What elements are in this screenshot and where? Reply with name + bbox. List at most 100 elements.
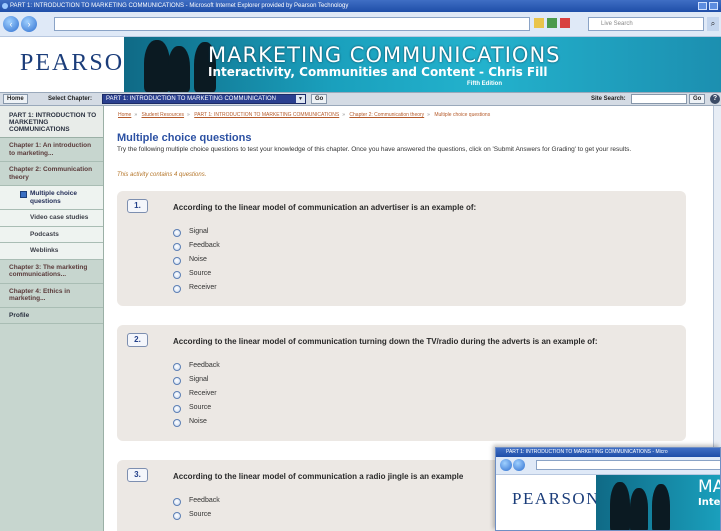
live-search-input[interactable]: Live Search <box>588 17 704 31</box>
breadcrumb-separator: » <box>187 112 190 118</box>
sidebar-item-chapter-3[interactable]: Chapter 3: The marketing communications.… <box>0 260 103 284</box>
popup-toolbar <box>496 457 720 475</box>
stop-icon[interactable] <box>560 18 570 28</box>
answer-option[interactable]: Feedback <box>173 361 220 375</box>
sidebar-item-chapter-2[interactable]: Chapter 2: Communication theory <box>0 162 103 186</box>
chapter-select-value: PART 1: INTRODUCTION TO MARKETING COMMUN… <box>106 96 277 102</box>
site-search-label: Site Search: <box>591 96 626 102</box>
sidebar-item-chapter-4[interactable]: Chapter 4: Ethics in marketing... <box>0 284 103 308</box>
chapter-select[interactable]: PART 1: INTRODUCTION TO MARKETING COMMUN… <box>102 94 306 104</box>
answer-option[interactable]: Source <box>173 403 220 417</box>
breadcrumb-home[interactable]: Home <box>118 112 131 118</box>
answer-option[interactable]: Feedback <box>173 241 220 255</box>
chevron-down-icon[interactable]: ▼ <box>296 95 305 103</box>
radio-button[interactable] <box>173 405 181 413</box>
popup-address-field[interactable] <box>536 460 720 470</box>
pearson-logo[interactable]: PEARSON <box>512 489 600 509</box>
minimize-button[interactable] <box>698 2 707 10</box>
chapter-go-button[interactable]: Go <box>311 94 328 104</box>
radio-button[interactable] <box>173 363 181 371</box>
popup-banner: PEARSON MA Inte <box>496 475 720 530</box>
help-icon[interactable]: ? <box>710 94 720 104</box>
breadcrumb: Home» Student Resources» PART 1: INTRODU… <box>118 112 490 118</box>
option-label: Receiver <box>189 390 217 397</box>
option-label: Feedback <box>189 497 220 504</box>
book-title-fragment: MA <box>698 477 720 497</box>
radio-button[interactable] <box>173 391 181 399</box>
option-label: Source <box>189 270 212 277</box>
breadcrumb-student-resources[interactable]: Student Resources <box>142 112 185 118</box>
person-silhouette <box>144 40 170 92</box>
search-icon[interactable]: ⌕ <box>707 17 719 31</box>
site-search-input[interactable] <box>631 94 687 104</box>
question-text: According to the linear model of communi… <box>173 337 598 346</box>
sidebar-item-profile[interactable]: Profile <box>0 308 103 324</box>
radio-button[interactable] <box>173 512 181 520</box>
browser-title-bar: PART 1: INTRODUCTION TO MARKETING COMMUN… <box>0 0 721 12</box>
chapter-bar: Home Select Chapter: PART 1: INTRODUCTIO… <box>0 92 721 106</box>
answer-option[interactable]: Source <box>173 269 220 283</box>
question-card: 2. According to the linear model of comm… <box>117 325 686 441</box>
refresh-icon[interactable] <box>547 18 557 28</box>
option-label: Receiver <box>189 284 217 291</box>
sidebar-item-weblinks[interactable]: Weblinks <box>0 243 103 260</box>
breadcrumb-separator: » <box>134 112 138 118</box>
address-field[interactable] <box>54 17 530 31</box>
back-button[interactable]: ‹ <box>3 16 19 32</box>
book-subtitle: Interactivity, Communities and Content -… <box>208 65 548 79</box>
browser-toolbar: ‹ › Live Search ⌕ <box>0 12 721 37</box>
answer-option[interactable]: Feedback <box>173 496 220 510</box>
option-label: Signal <box>189 228 209 235</box>
answer-option[interactable]: Receiver <box>173 283 220 297</box>
second-browser-window[interactable]: PART 1: INTRODUCTION TO MARKETING COMMUN… <box>495 447 721 531</box>
site-search-go-button[interactable]: Go <box>689 94 706 104</box>
radio-button[interactable] <box>173 271 181 279</box>
answer-options: Signal Feedback Noise Source Receiver <box>173 227 220 297</box>
select-chapter-label: Select Chapter: <box>48 96 93 102</box>
breadcrumb-current: Multiple choice questions <box>434 112 491 118</box>
radio-button[interactable] <box>173 285 181 293</box>
lock-icon <box>534 18 544 28</box>
answer-option[interactable]: Source <box>173 510 220 524</box>
breadcrumb-chapter-2[interactable]: Chapter 2: Communication theory <box>349 112 424 118</box>
radio-button[interactable] <box>173 229 181 237</box>
radio-button[interactable] <box>173 498 181 506</box>
answer-option[interactable]: Signal <box>173 227 220 241</box>
option-label: Noise <box>189 418 207 425</box>
answer-option[interactable]: Noise <box>173 255 220 269</box>
question-number: 1. <box>127 199 148 213</box>
sidebar-part-heading[interactable]: PART 1: INTRODUCTION TO MARKETING COMMUN… <box>0 106 103 138</box>
radio-button[interactable] <box>173 377 181 385</box>
answer-options: Feedback Source <box>173 496 220 524</box>
option-label: Noise <box>189 256 207 263</box>
question-text: According to the linear model of communi… <box>173 203 477 212</box>
sidebar-item-podcasts[interactable]: Podcasts <box>0 226 103 243</box>
sidebar-item-label: Multiple choice questions <box>30 190 77 205</box>
answer-option[interactable]: Noise <box>173 417 220 431</box>
question-number: 2. <box>127 333 148 347</box>
forward-button[interactable] <box>513 459 525 471</box>
person-silhouette <box>630 488 648 530</box>
current-page-icon <box>20 191 27 198</box>
sidebar-item-video-case-studies[interactable]: Video case studies <box>0 210 103 227</box>
radio-button[interactable] <box>173 243 181 251</box>
breadcrumb-part-1[interactable]: PART 1: INTRODUCTION TO MARKETING COMMUN… <box>194 112 339 118</box>
sidebar-item-multiple-choice[interactable]: Multiple choice questions <box>0 186 103 210</box>
radio-button[interactable] <box>173 257 181 265</box>
sidebar-item-chapter-1[interactable]: Chapter 1: An introduction to marketing.… <box>0 138 103 162</box>
forward-button[interactable]: › <box>21 16 37 32</box>
person-silhouette <box>610 482 630 530</box>
site-banner: PEARSON MARKETING COMMUNICATIONS Interac… <box>0 37 721 92</box>
popup-title: PART 1: INTRODUCTION TO MARKETING COMMUN… <box>496 448 720 457</box>
radio-button[interactable] <box>173 419 181 427</box>
option-label: Feedback <box>189 242 220 249</box>
page-intro: Try the following multiple choice questi… <box>117 146 632 153</box>
back-button[interactable] <box>500 459 512 471</box>
page-title: Multiple choice questions <box>117 132 252 144</box>
option-label: Source <box>189 404 212 411</box>
answer-option[interactable]: Receiver <box>173 389 220 403</box>
home-button[interactable]: Home <box>3 94 28 104</box>
answer-option[interactable]: Signal <box>173 375 220 389</box>
maximize-button[interactable] <box>709 2 718 10</box>
person-silhouette <box>652 484 670 530</box>
